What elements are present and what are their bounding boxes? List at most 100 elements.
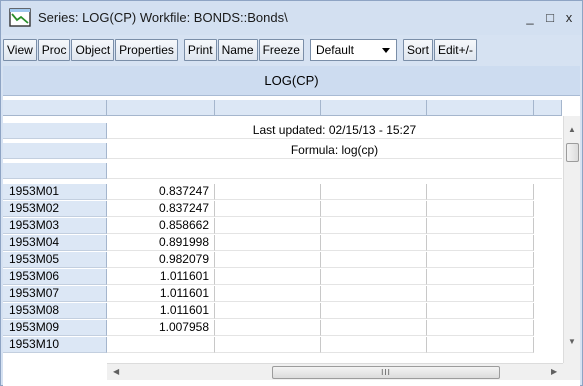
empty-cell[interactable] bbox=[427, 337, 534, 353]
value-cell[interactable]: 0.837247 bbox=[107, 184, 215, 200]
row-header[interactable]: 1953M03 bbox=[3, 218, 107, 234]
row-header[interactable]: 1953M07 bbox=[3, 286, 107, 302]
scroll-down-arrow-icon[interactable]: ▼ bbox=[568, 337, 576, 346]
row-header[interactable]: 1953M08 bbox=[3, 303, 107, 319]
empty-cell[interactable] bbox=[321, 184, 427, 200]
value-cell[interactable]: 0.982079 bbox=[107, 252, 215, 268]
info-row: Last updated: 02/15/13 - 15:27 bbox=[3, 123, 562, 139]
row-header[interactable] bbox=[3, 143, 107, 159]
horizontal-scroll-thumb[interactable]: III bbox=[272, 366, 500, 379]
title-bar[interactable]: Series: LOG(CP) Workfile: BONDS::Bonds\ … bbox=[1, 1, 582, 35]
blank-row bbox=[3, 163, 562, 179]
value-cell[interactable]: 1.007958 bbox=[107, 320, 215, 336]
row-header[interactable]: 1953M04 bbox=[3, 235, 107, 251]
column-header[interactable] bbox=[107, 100, 215, 116]
close-button[interactable]: x bbox=[561, 9, 577, 25]
empty-cell[interactable] bbox=[215, 201, 321, 217]
empty-cell[interactable] bbox=[427, 201, 534, 217]
empty-cell[interactable] bbox=[321, 252, 427, 268]
formula-text: Formula: log(cp) bbox=[107, 143, 562, 159]
empty-cell[interactable] bbox=[427, 252, 534, 268]
series-window: Series: LOG(CP) Workfile: BONDS::Bonds\ … bbox=[0, 0, 583, 386]
spreadsheet-view[interactable]: LOG(CP) Last updated: 02/15/13 - 15:27 F… bbox=[3, 66, 580, 386]
resize-grip-icon[interactable] bbox=[563, 363, 580, 380]
horizontal-scrollbar[interactable]: ◀ III ▶ bbox=[107, 363, 563, 380]
row-header[interactable]: 1953M06 bbox=[3, 269, 107, 285]
empty-cell[interactable] bbox=[321, 303, 427, 319]
empty-cell[interactable] bbox=[215, 269, 321, 285]
value-cell[interactable]: 1.011601 bbox=[107, 286, 215, 302]
row-header[interactable]: 1953M09 bbox=[3, 320, 107, 336]
row-header[interactable]: 1953M05 bbox=[3, 252, 107, 268]
empty-cell[interactable] bbox=[321, 269, 427, 285]
empty-cell[interactable] bbox=[427, 320, 534, 336]
empty-cell[interactable] bbox=[427, 184, 534, 200]
value-cell[interactable]: 1.011601 bbox=[107, 303, 215, 319]
empty-cell[interactable] bbox=[215, 235, 321, 251]
scroll-up-arrow-icon[interactable]: ▲ bbox=[568, 125, 576, 134]
empty-cell[interactable] bbox=[321, 286, 427, 302]
value-cell[interactable] bbox=[107, 337, 215, 353]
row-header[interactable] bbox=[3, 123, 107, 139]
empty-cell[interactable] bbox=[215, 337, 321, 353]
chevron-down-icon bbox=[381, 47, 390, 53]
value-cell[interactable]: 0.837247 bbox=[107, 201, 215, 217]
edit-toggle-button[interactable]: Edit+/- bbox=[433, 39, 477, 61]
window-title: Series: LOG(CP) Workfile: BONDS::Bonds\ bbox=[38, 10, 288, 25]
empty-cell[interactable] bbox=[321, 218, 427, 234]
object-button[interactable]: Object bbox=[71, 39, 115, 61]
empty-cell[interactable] bbox=[215, 252, 321, 268]
row-header[interactable]: 1953M10 bbox=[3, 337, 107, 353]
empty-cell[interactable] bbox=[427, 303, 534, 319]
empty-cell[interactable] bbox=[215, 218, 321, 234]
row-header[interactable] bbox=[3, 163, 107, 179]
properties-button[interactable]: Properties bbox=[115, 39, 178, 61]
column-header[interactable] bbox=[534, 100, 562, 116]
column-header-row bbox=[3, 100, 562, 116]
series-name-header: LOG(CP) bbox=[3, 66, 580, 96]
table-row: 1953M10 bbox=[3, 337, 562, 353]
toolbar: View Proc Object Properties Print Name F… bbox=[3, 37, 580, 63]
table-row: 1953M07 1.011601 bbox=[3, 286, 562, 302]
column-header[interactable] bbox=[427, 100, 534, 116]
empty-cell[interactable] bbox=[427, 269, 534, 285]
maximize-button[interactable]: □ bbox=[542, 9, 558, 25]
minimize-button[interactable]: _ bbox=[522, 9, 538, 25]
column-header[interactable] bbox=[321, 100, 427, 116]
series-icon bbox=[9, 8, 31, 27]
empty-cell[interactable] bbox=[321, 235, 427, 251]
row-header[interactable]: 1953M02 bbox=[3, 201, 107, 217]
column-header[interactable] bbox=[215, 100, 321, 116]
corner-cell[interactable] bbox=[3, 100, 107, 116]
freeze-button[interactable]: Freeze bbox=[258, 39, 304, 61]
table-row: 1953M02 0.837247 bbox=[3, 201, 562, 217]
empty-cell[interactable] bbox=[215, 320, 321, 336]
view-button[interactable]: View bbox=[3, 39, 37, 61]
blank-cell[interactable] bbox=[107, 163, 562, 179]
value-cell[interactable]: 0.858662 bbox=[107, 218, 215, 234]
print-button[interactable]: Print bbox=[183, 39, 217, 61]
value-cell[interactable]: 1.011601 bbox=[107, 269, 215, 285]
last-updated-text: Last updated: 02/15/13 - 15:27 bbox=[107, 123, 562, 139]
name-button[interactable]: Name bbox=[217, 39, 258, 61]
proc-button[interactable]: Proc bbox=[37, 39, 71, 61]
empty-cell[interactable] bbox=[321, 201, 427, 217]
empty-cell[interactable] bbox=[215, 303, 321, 319]
empty-cell[interactable] bbox=[215, 286, 321, 302]
sort-button[interactable]: Sort bbox=[402, 39, 433, 61]
empty-cell[interactable] bbox=[321, 337, 427, 353]
row-header[interactable]: 1953M01 bbox=[3, 184, 107, 200]
empty-cell[interactable] bbox=[427, 286, 534, 302]
empty-cell[interactable] bbox=[215, 184, 321, 200]
info-row: Formula: log(cp) bbox=[3, 143, 562, 159]
scroll-left-arrow-icon[interactable]: ◀ bbox=[113, 367, 119, 376]
vertical-scrollbar[interactable]: ▲ ▼ bbox=[563, 116, 580, 364]
empty-cell[interactable] bbox=[321, 320, 427, 336]
table-row: 1953M04 0.891998 bbox=[3, 235, 562, 251]
empty-cell[interactable] bbox=[427, 235, 534, 251]
display-type-dropdown[interactable]: Default bbox=[309, 39, 397, 61]
vertical-scroll-thumb[interactable] bbox=[566, 143, 579, 162]
empty-cell[interactable] bbox=[427, 218, 534, 234]
value-cell[interactable]: 0.891998 bbox=[107, 235, 215, 251]
scroll-right-arrow-icon[interactable]: ▶ bbox=[551, 367, 557, 376]
